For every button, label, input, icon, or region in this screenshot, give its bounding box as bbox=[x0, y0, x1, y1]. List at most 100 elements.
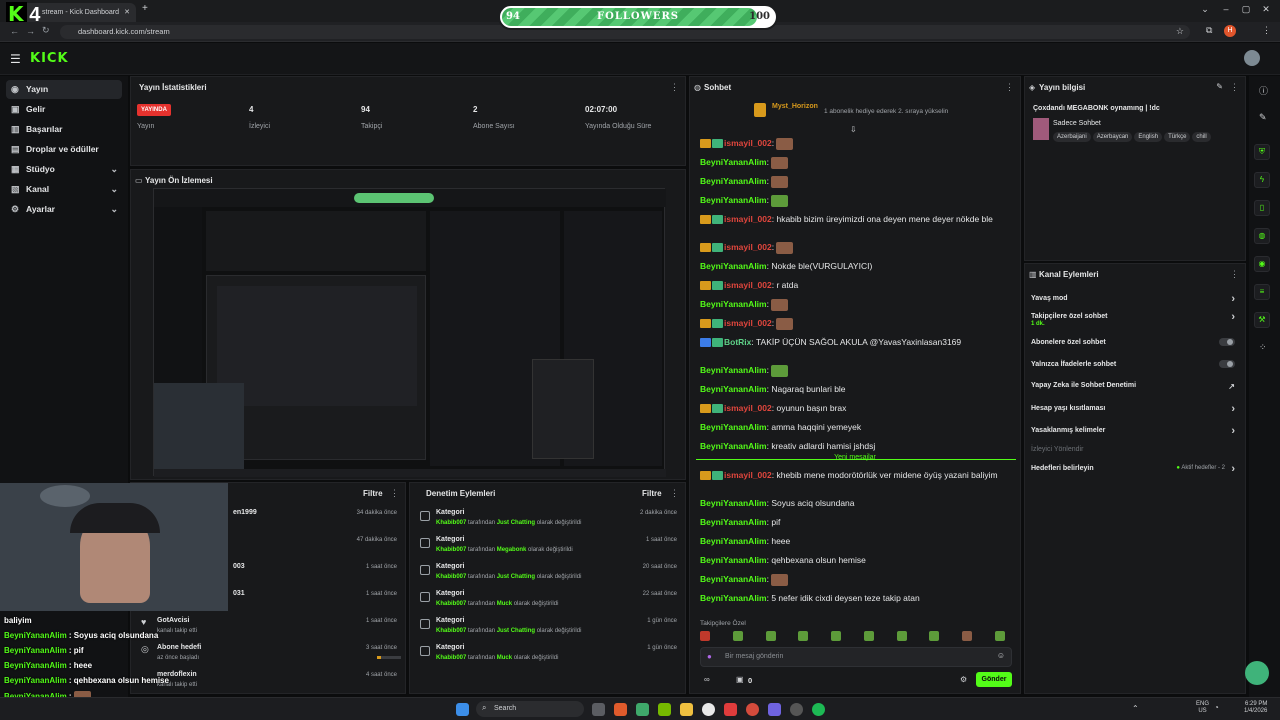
help-button[interactable] bbox=[1245, 661, 1269, 685]
emote-icon[interactable] bbox=[863, 631, 874, 642]
language-indicator[interactable]: ENG US bbox=[1196, 701, 1209, 715]
forward-icon[interactable]: → bbox=[26, 26, 35, 36]
chat-username[interactable]: BeyniYananAlim bbox=[700, 555, 767, 565]
emote-icon[interactable] bbox=[732, 631, 743, 642]
discord-icon[interactable] bbox=[768, 703, 781, 716]
chat-username[interactable]: ismayil_002 bbox=[724, 214, 772, 224]
chat-username[interactable]: BeyniYananAlim bbox=[700, 299, 767, 309]
pencil-icon[interactable]: ✎ bbox=[1259, 112, 1267, 123]
chat-username[interactable]: BeyniYananAlim bbox=[700, 593, 767, 603]
more-options-icon[interactable]: ⋮ bbox=[670, 82, 679, 93]
clock[interactable]: 6:29 PM 1/4/2026 bbox=[1244, 701, 1267, 715]
tray-chevron-icon[interactable]: ⌃ bbox=[1132, 704, 1139, 713]
infinity-icon[interactable]: ∞ bbox=[704, 675, 710, 684]
filter-button[interactable]: Filtre bbox=[363, 489, 383, 498]
chat-username[interactable]: ismayil_002 bbox=[724, 403, 772, 413]
sidebar-item-droplar[interactable]: ▤ Droplar ve ödüller bbox=[6, 140, 122, 159]
chrome-icon[interactable] bbox=[702, 703, 715, 716]
chat-username[interactable]: BeyniYananAlim bbox=[700, 498, 767, 508]
tab-search-icon[interactable]: ⌄ bbox=[1197, 4, 1213, 18]
windows-start-icon[interactable] bbox=[456, 703, 469, 716]
chat-input[interactable]: ● Bir mesaj gönderin ☺ bbox=[700, 647, 1012, 667]
emote-icon[interactable] bbox=[831, 631, 842, 642]
file-explorer-icon[interactable] bbox=[680, 703, 693, 716]
chat-username[interactable]: BeyniYananAlim bbox=[700, 176, 767, 186]
rail-button-bolt[interactable]: ϟ bbox=[1254, 172, 1270, 188]
chat-username[interactable]: BeyniYananAlim bbox=[700, 574, 767, 584]
more-options-icon[interactable]: ⋮ bbox=[390, 488, 399, 499]
info-circle-icon[interactable]: ⓘ bbox=[1259, 84, 1268, 97]
maximize-icon[interactable]: ▢ bbox=[1238, 4, 1254, 18]
sidebar-item-basarilar[interactable]: ▥ Başarılar bbox=[6, 120, 122, 139]
emote-icon[interactable] bbox=[700, 631, 710, 642]
obs-icon[interactable] bbox=[790, 703, 803, 716]
chat-username[interactable]: ismayil_002 bbox=[724, 138, 772, 148]
sidebar-item-gelir[interactable]: ▣ Gelir bbox=[6, 100, 122, 119]
rail-button-wrench[interactable]: ⚒ bbox=[1254, 312, 1270, 328]
tag[interactable]: Azerbaijani bbox=[1053, 132, 1091, 142]
chat-username[interactable]: BeyniYananAlim bbox=[700, 261, 767, 271]
chat-username[interactable]: BotRix bbox=[724, 337, 751, 347]
rail-button-sliders[interactable]: ≡ bbox=[1254, 284, 1270, 300]
tag[interactable]: Azerbaycan bbox=[1092, 132, 1133, 142]
chat-username[interactable]: ismayil_002 bbox=[724, 318, 772, 328]
filter-button[interactable]: Filtre bbox=[642, 489, 662, 498]
chat-settings-icon[interactable]: ⚙ bbox=[960, 675, 967, 684]
nvidia-icon[interactable] bbox=[658, 703, 671, 716]
profile-avatar-icon[interactable]: H bbox=[1224, 25, 1236, 37]
scroll-down-icon[interactable]: ⇩ bbox=[850, 125, 857, 134]
extensions-icon[interactable]: ⧉ bbox=[1206, 25, 1212, 36]
chat-username[interactable]: BeyniYananAlim bbox=[700, 365, 767, 375]
app-icon[interactable] bbox=[636, 703, 649, 716]
hamburger-menu-icon[interactable]: ☰ bbox=[10, 52, 21, 66]
rail-button-shield[interactable]: ⛨ bbox=[1254, 144, 1270, 160]
preview-video[interactable] bbox=[153, 188, 666, 477]
tab-close-icon[interactable]: ✕ bbox=[124, 3, 130, 22]
close-window-icon[interactable]: ✕ bbox=[1258, 4, 1274, 18]
sidebar-item-kanal[interactable]: ▧ Kanal ⌄ bbox=[6, 180, 122, 199]
account-age-setting[interactable]: Hesap yaşı kısıtlaması › bbox=[1031, 403, 1239, 415]
sidebar-item-studyo[interactable]: ▦ Stüdyo ⌄ bbox=[6, 160, 122, 179]
emote-icon[interactable] bbox=[896, 631, 907, 642]
chat-username[interactable]: BeyniYananAlim bbox=[700, 384, 767, 394]
app-icon[interactable] bbox=[614, 703, 627, 716]
chat-username[interactable]: BeyniYananAlim bbox=[700, 157, 767, 167]
sidebar-item-yayin[interactable]: ◉ Yayın bbox=[6, 80, 122, 99]
more-options-icon[interactable]: ⋮ bbox=[1230, 82, 1239, 93]
edit-icon[interactable]: ✎ bbox=[1216, 82, 1223, 91]
reload-icon[interactable]: ↻ bbox=[42, 25, 50, 36]
back-icon[interactable]: ← bbox=[10, 26, 19, 36]
more-options-icon[interactable]: ⋮ bbox=[1005, 82, 1014, 93]
browser-menu-icon[interactable]: ⋮ bbox=[1262, 25, 1271, 36]
spotify-icon[interactable] bbox=[812, 703, 825, 716]
ai-moderation-setting[interactable]: Yapay Zeka ile Sohbet Denetimi ↗ bbox=[1031, 382, 1239, 391]
chat-username[interactable]: BeyniYananAlim bbox=[700, 195, 767, 205]
send-button[interactable]: Gönder bbox=[976, 672, 1012, 687]
emoji-icon[interactable]: ☺ bbox=[997, 651, 1005, 660]
mic-icon[interactable]: ● bbox=[707, 652, 712, 661]
emote-icon[interactable] bbox=[929, 631, 940, 642]
chrome-active-icon[interactable] bbox=[746, 703, 759, 716]
emotes-chat-toggle[interactable] bbox=[1219, 360, 1235, 368]
banned-words-setting[interactable]: Yasaklanmış kelimeler › bbox=[1031, 425, 1239, 437]
chat-username[interactable]: BeyniYananAlim bbox=[700, 441, 767, 451]
network-icon[interactable]: ◔ bbox=[1214, 703, 1219, 712]
tag[interactable]: English bbox=[1134, 132, 1163, 142]
subs-chat-toggle[interactable] bbox=[1219, 338, 1235, 346]
taskbar-search[interactable]: ⌕ Search bbox=[476, 701, 584, 717]
emote-icon[interactable] bbox=[995, 631, 1006, 642]
apps-icon[interactable]: ⁘ bbox=[1259, 342, 1267, 353]
slow-mode-setting[interactable]: Yavaş mod › bbox=[1031, 293, 1239, 305]
followers-chat-setting[interactable]: Takipçilere özel sohbet › 1 dk. bbox=[1031, 311, 1239, 327]
tag[interactable]: chill bbox=[1192, 132, 1211, 142]
emote-icon[interactable] bbox=[798, 631, 809, 642]
emote-icon[interactable] bbox=[962, 631, 973, 642]
sidebar-item-ayarlar[interactable]: ⚙ Ayarlar ⌄ bbox=[6, 200, 122, 219]
task-view-icon[interactable] bbox=[592, 703, 605, 716]
chat-username[interactable]: ismayil_002 bbox=[724, 470, 772, 480]
more-options-icon[interactable]: ⋮ bbox=[1230, 269, 1239, 280]
rail-button-doc[interactable]: ▯ bbox=[1254, 200, 1270, 216]
user-avatar[interactable] bbox=[1244, 50, 1260, 66]
chat-username[interactable]: BeyniYananAlim bbox=[700, 422, 767, 432]
chat-username[interactable]: BeyniYananAlim bbox=[700, 517, 767, 527]
